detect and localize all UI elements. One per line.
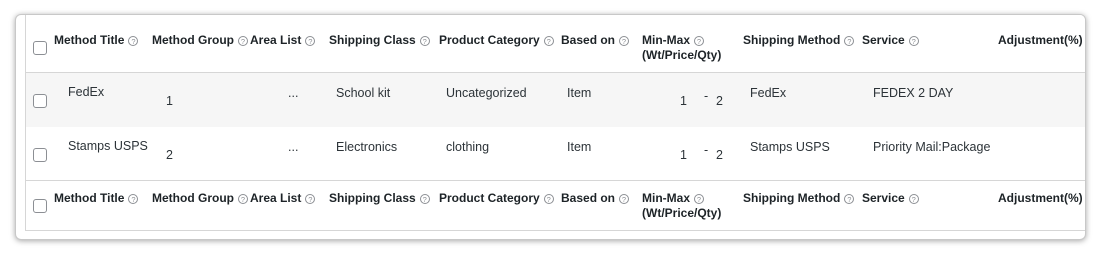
cell-method-group: 2 — [166, 148, 173, 162]
help-icon[interactable]: ? — [237, 36, 248, 46]
column-header-shipping-method[interactable]: Shipping Method? — [743, 191, 855, 206]
column-label: Shipping Class — [329, 191, 416, 205]
column-header-area-list[interactable]: Area List? — [250, 33, 316, 48]
column-header-shipping-method[interactable]: Shipping Method? — [743, 33, 855, 48]
column-header-shipping-class[interactable]: Shipping Class? — [329, 191, 430, 206]
cell-method-group: 1 — [166, 94, 173, 108]
column-header-method-group[interactable]: Method Group? — [152, 33, 248, 48]
row-select-checkbox[interactable] — [33, 148, 47, 162]
help-icon[interactable]: ? — [844, 36, 855, 46]
column-label: Adjustment(%) — [998, 191, 1083, 205]
help-icon[interactable]: ? — [844, 194, 855, 204]
table-footer-header: Method Title? Method Group? Area List? S… — [26, 180, 1085, 238]
cell-based-on: Item — [567, 140, 592, 154]
range-separator: - — [704, 143, 709, 157]
column-label: Based on — [561, 33, 616, 47]
help-icon[interactable]: ? — [305, 194, 316, 204]
cell-shipping-class: Electronics — [336, 140, 398, 154]
cell-shipping-method: Stamps USPS — [750, 140, 830, 154]
help-icon[interactable]: ? — [128, 194, 139, 204]
column-label: Service — [862, 33, 905, 47]
column-sublabel: (Wt/Price/Qty) — [642, 206, 722, 220]
row-select-checkbox[interactable] — [33, 94, 47, 108]
cell-shipping-class: School kit — [336, 86, 391, 100]
column-label: Min-Max — [642, 191, 690, 205]
cell-service: Priority Mail:Package — [873, 140, 991, 154]
cell-method-title: FedEx — [68, 85, 105, 99]
cell-shipping-method: FedEx — [750, 86, 787, 100]
cell-product-category: Uncategorized — [446, 86, 527, 100]
cell-max-value: 2 — [716, 148, 723, 162]
help-icon[interactable]: ? — [128, 36, 139, 46]
shipping-rules-table: Method Title? Method Group? Area List? S… — [25, 15, 1085, 231]
cell-area-list[interactable]: ... — [288, 140, 298, 155]
column-header-service[interactable]: Service? — [862, 191, 919, 206]
column-label: Service — [862, 191, 905, 205]
column-label: Shipping Class — [329, 33, 416, 47]
column-header-method-title[interactable]: Method Title? — [54, 191, 139, 206]
cell-min-value: 1 — [680, 148, 687, 162]
column-header-based-on[interactable]: Based on? — [561, 33, 630, 48]
range-separator: - — [704, 89, 709, 103]
help-icon[interactable]: ? — [619, 36, 630, 46]
help-icon[interactable]: ? — [694, 194, 704, 204]
column-label: Shipping Method — [743, 191, 841, 205]
column-label: Product Category — [439, 191, 540, 205]
column-header-min-max[interactable]: Min-Max? (Wt/Price/Qty) — [642, 191, 721, 221]
cell-service: FEDEX 2 DAY — [873, 86, 954, 100]
cell-area-list[interactable]: ... — [288, 86, 298, 101]
select-all-checkbox[interactable] — [33, 199, 47, 213]
help-icon[interactable]: ? — [908, 194, 919, 204]
help-icon[interactable]: ? — [419, 36, 430, 46]
help-icon[interactable]: ? — [543, 36, 554, 46]
cell-method-title: Stamps USPS — [68, 139, 148, 153]
help-icon[interactable]: ? — [908, 36, 919, 46]
column-header-shipping-class[interactable]: Shipping Class? — [329, 33, 430, 48]
column-label: Product Category — [439, 33, 540, 47]
table-row[interactable]: Stamps USPS 2 ... Electronics clothing I… — [26, 127, 1085, 180]
column-label: Method Group — [152, 191, 234, 205]
column-label: Area List — [250, 191, 302, 205]
column-header-service[interactable]: Service? — [862, 33, 919, 48]
cell-product-category: clothing — [446, 140, 490, 154]
column-label: Area List — [250, 33, 302, 47]
column-header-based-on[interactable]: Based on? — [561, 191, 630, 206]
cell-min-value: 1 — [680, 94, 687, 108]
column-label: Adjustment(%) — [998, 33, 1083, 47]
column-label: Shipping Method — [743, 33, 841, 47]
shipping-rules-table-frame: Method Title? Method Group? Area List? S… — [15, 14, 1086, 240]
help-icon[interactable]: ? — [237, 194, 248, 204]
column-label: Method Group — [152, 33, 234, 47]
help-icon[interactable]: ? — [619, 194, 630, 204]
column-header-area-list[interactable]: Area List? — [250, 191, 316, 206]
column-label: Method Title — [54, 33, 125, 47]
column-label: Method Title — [54, 191, 125, 205]
column-sublabel: (Wt/Price/Qty) — [642, 48, 722, 62]
help-icon[interactable]: ? — [543, 194, 554, 204]
column-header-product-category[interactable]: Product Category? — [439, 191, 554, 206]
column-header-min-max[interactable]: Min-Max? (Wt/Price/Qty) — [642, 33, 721, 63]
help-icon[interactable]: ? — [694, 36, 704, 46]
column-label: Min-Max — [642, 33, 690, 47]
cell-based-on: Item — [567, 86, 592, 100]
column-header-method-group[interactable]: Method Group? — [152, 191, 248, 206]
cell-max-value: 2 — [716, 94, 723, 108]
help-icon[interactable]: ? — [305, 36, 316, 46]
table-header: Method Title? Method Group? Area List? S… — [26, 15, 1085, 73]
table-row[interactable]: FedEx 1 ... School kit Uncategorized Ite… — [26, 73, 1085, 127]
help-icon[interactable]: ? — [419, 194, 430, 204]
column-header-product-category[interactable]: Product Category? — [439, 33, 554, 48]
column-header-method-title[interactable]: Method Title? — [54, 33, 139, 48]
select-all-checkbox[interactable] — [33, 41, 47, 55]
column-header-adjustment[interactable]: Adjustment(%) — [998, 191, 1083, 206]
column-label: Based on — [561, 191, 616, 205]
column-header-adjustment[interactable]: Adjustment(%) — [998, 33, 1083, 48]
